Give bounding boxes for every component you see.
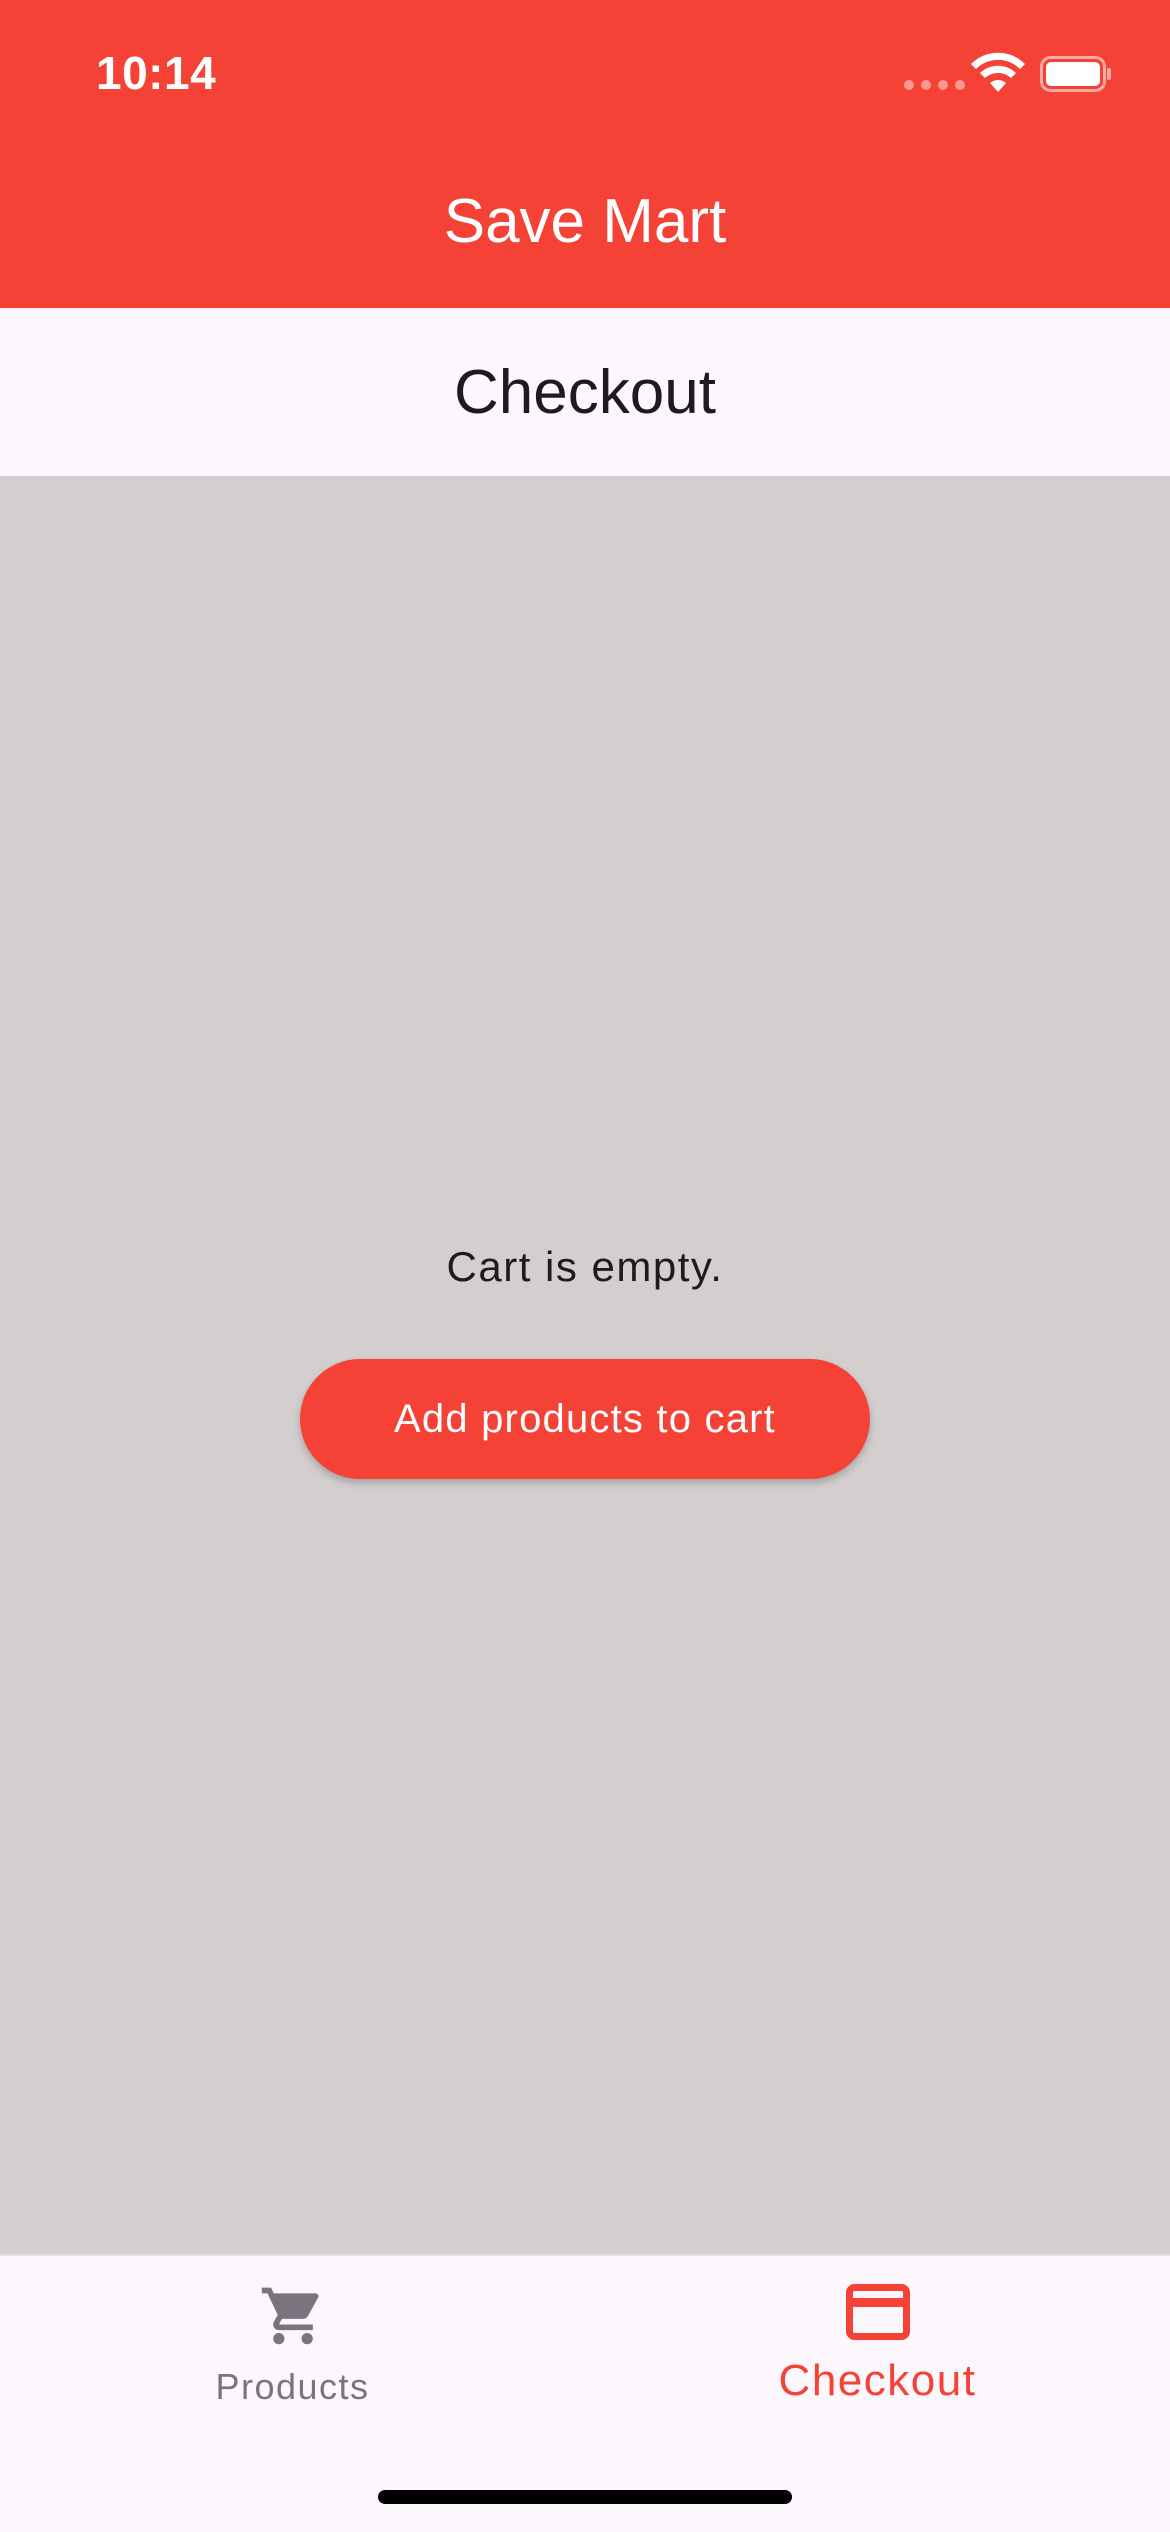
- wifi-icon: [971, 52, 1025, 92]
- add-products-to-cart-button[interactable]: Add products to cart: [300, 1359, 870, 1479]
- page-header: Checkout: [0, 308, 1170, 476]
- nav-label-products: Products: [215, 2366, 370, 2407]
- empty-cart-message: Cart is empty.: [446, 1243, 724, 1290]
- battery-icon: [1040, 56, 1111, 92]
- nav-label-checkout: Checkout: [778, 2356, 977, 2405]
- nav-item-checkout[interactable]: Checkout: [585, 2256, 1170, 2456]
- app-title: Save Mart: [443, 187, 727, 256]
- nav-item-products[interactable]: Products: [0, 2256, 585, 2456]
- app-bar: 10:14 Save Mart: [0, 0, 1170, 308]
- shopping-cart-icon: [261, 2287, 319, 2345]
- cellular-signal-icon: [904, 80, 965, 90]
- status-time: 10:14: [96, 47, 217, 99]
- page-title: Checkout: [454, 357, 716, 427]
- credit-card-icon: [845, 2284, 910, 2340]
- home-indicator: [378, 2490, 792, 2504]
